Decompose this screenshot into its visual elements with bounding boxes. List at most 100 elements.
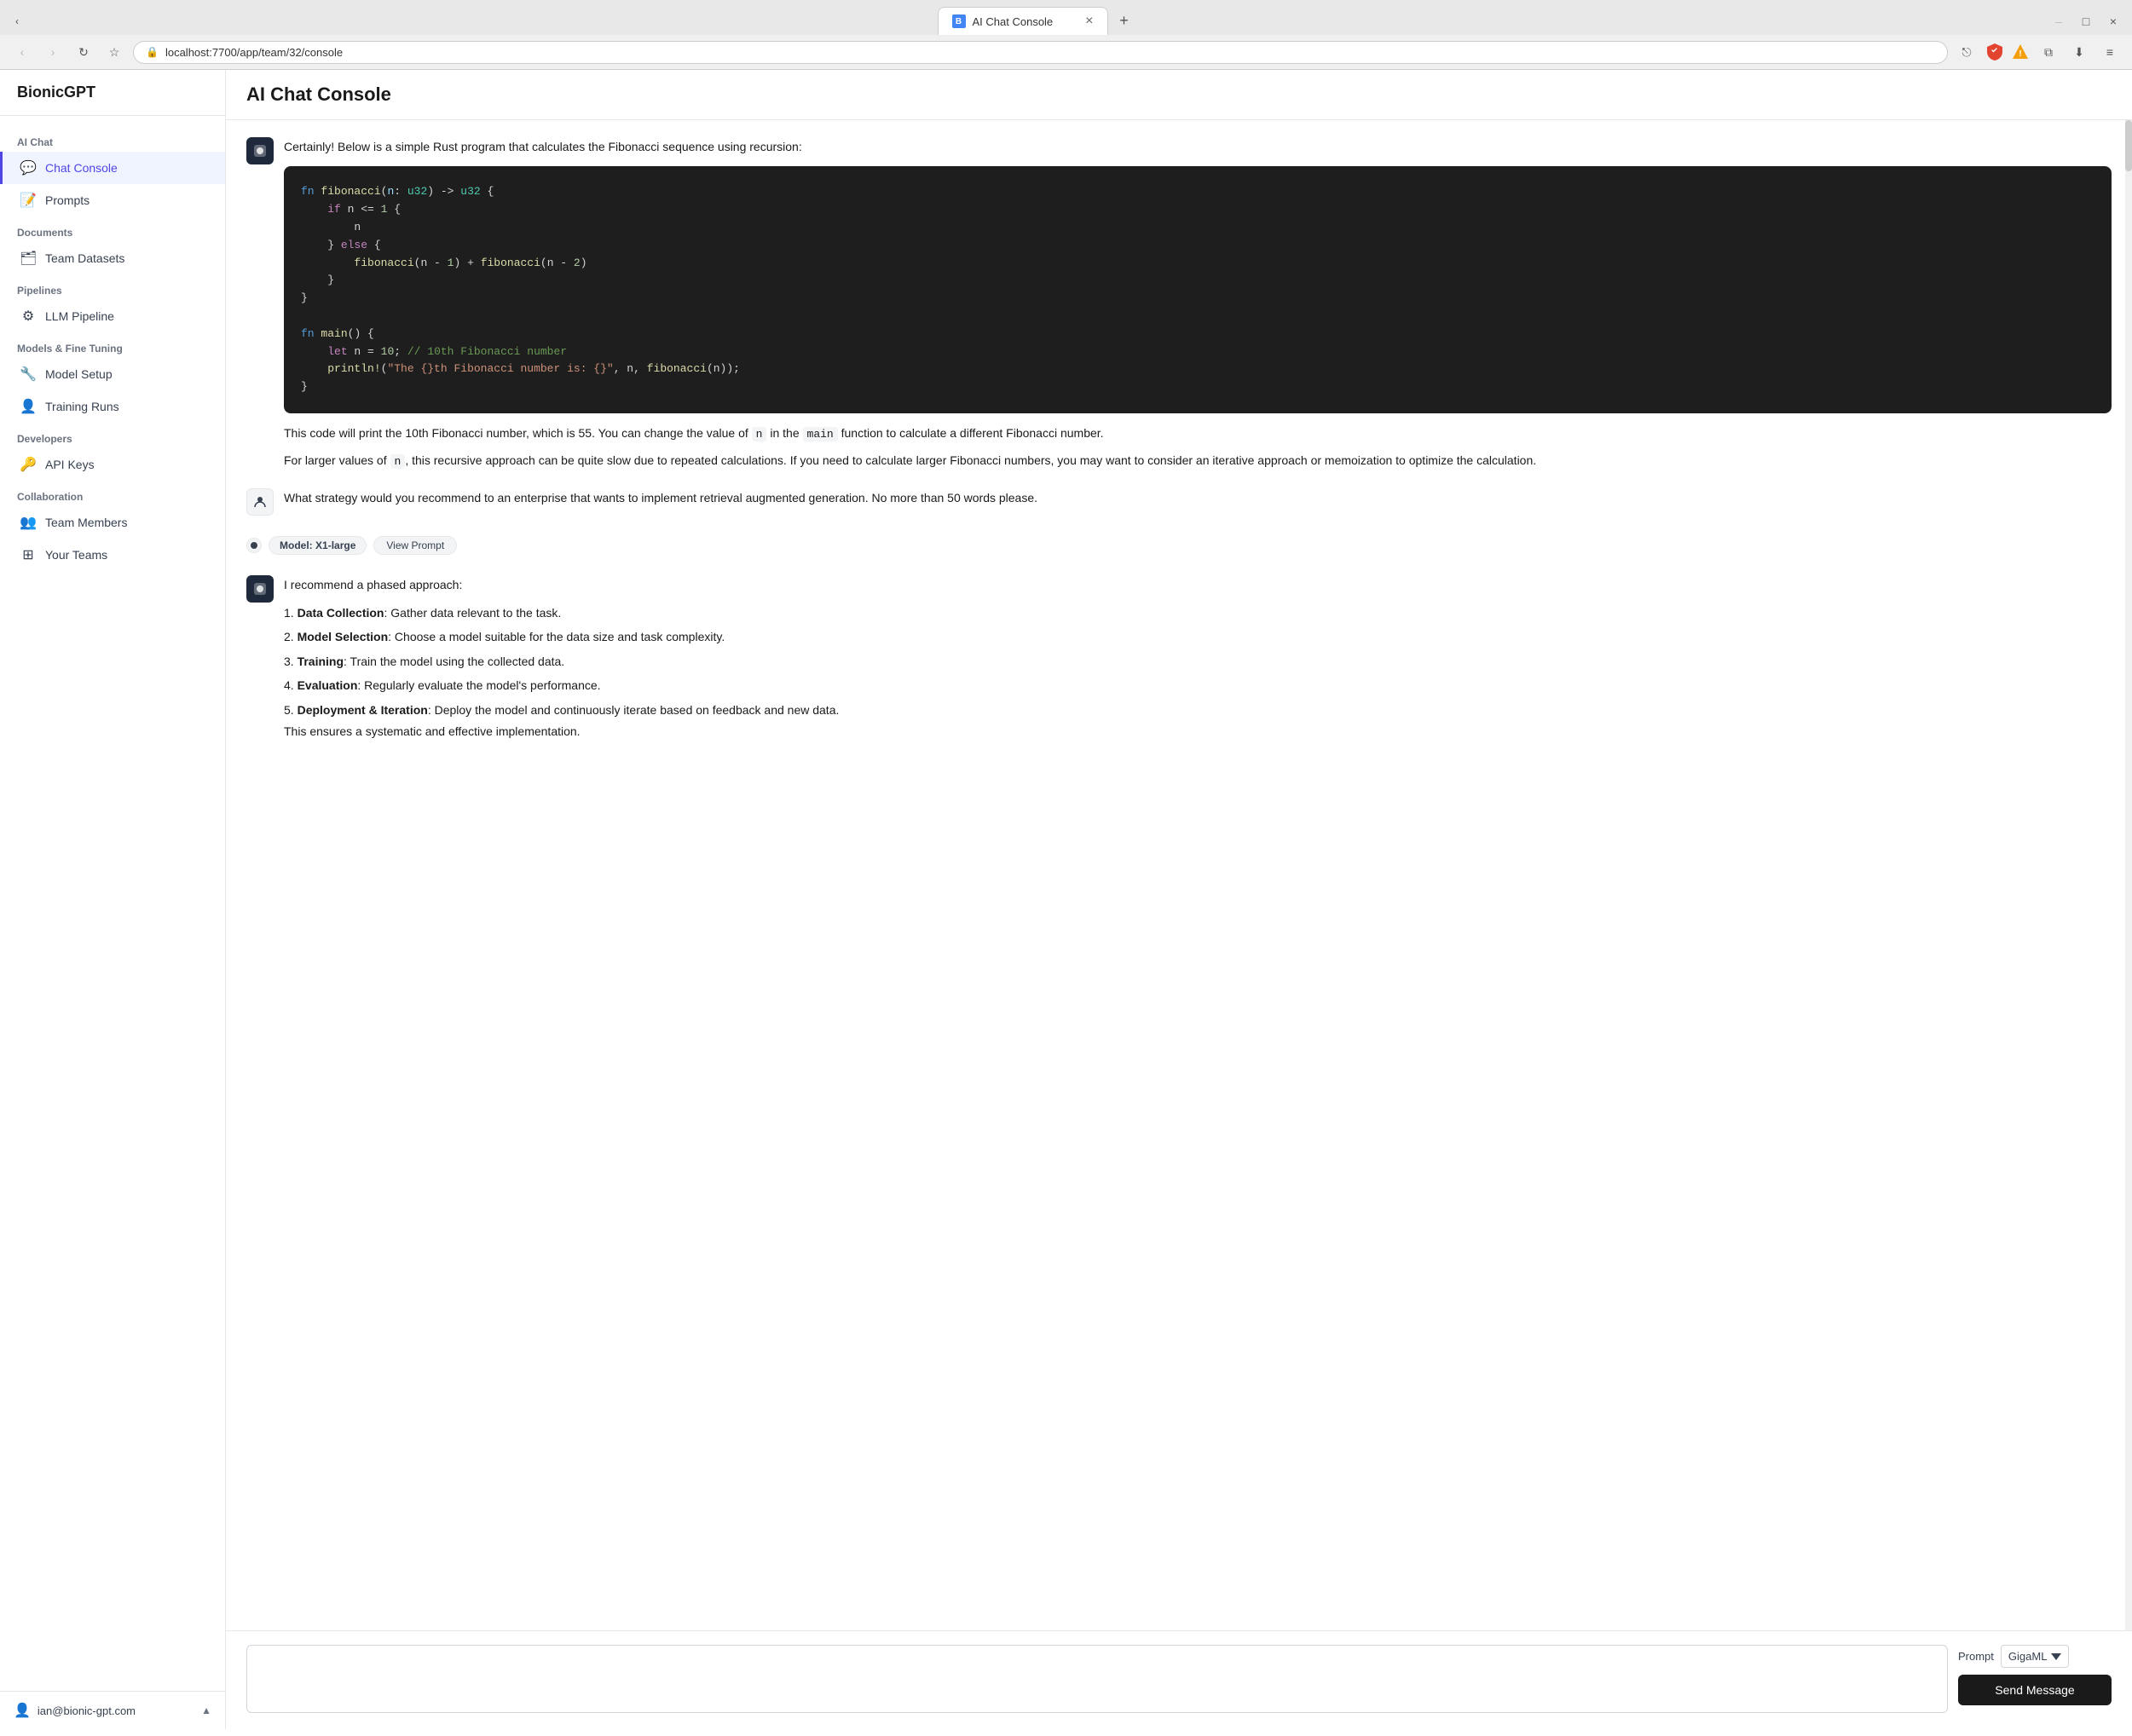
- tab-close-button[interactable]: ×: [1085, 14, 1093, 28]
- code-block: fn fibonacci(n: u32) -> u32 { if n <= 1 …: [284, 166, 2112, 413]
- user-email: ian@bionic-gpt.com: [38, 1704, 194, 1717]
- sidebar-item-training-runs[interactable]: 👤 Training Runs: [0, 390, 225, 423]
- brave-alert-icon[interactable]: !: [2011, 43, 2030, 61]
- user-message-text: What strategy would you recommend to an …: [284, 488, 2112, 507]
- team-datasets-icon: 🗂: [20, 250, 37, 267]
- menu-button[interactable]: ≡: [2098, 40, 2122, 64]
- address-bar[interactable]: 🔒 localhost:7700/app/team/32/console: [133, 41, 1948, 64]
- model-name: X1-large: [315, 539, 355, 551]
- chat-messages: Certainly! Below is a simple Rust progra…: [226, 120, 2132, 758]
- list-item-bold-4: Evaluation: [298, 678, 358, 692]
- input-controls: Prompt GigaML Default Custom Send Messag…: [1958, 1645, 2112, 1716]
- ai-intro-text-2: I recommend a phased approach:: [284, 575, 2112, 594]
- llm-pipeline-icon: ⚙: [20, 308, 37, 325]
- sidebar-item-label-training-runs: Training Runs: [45, 400, 119, 413]
- list-item: 3. Training: Train the model using the c…: [284, 649, 2112, 673]
- download-button[interactable]: ⬇: [2067, 40, 2091, 64]
- url-text: localhost:7700/app/team/32/console: [165, 46, 1935, 59]
- chat-console-icon: 💬: [20, 159, 37, 176]
- share-button[interactable]: ⎋: [1955, 40, 1979, 64]
- message-row: I recommend a phased approach: 1. Data C…: [246, 575, 2112, 741]
- chat-area[interactable]: Certainly! Below is a simple Rust progra…: [226, 120, 2132, 1630]
- ai-message-body-2: I recommend a phased approach: 1. Data C…: [284, 575, 2112, 741]
- sidebar-item-model-setup[interactable]: 🔧 Model Setup: [0, 358, 225, 390]
- ai-avatar: [246, 137, 274, 164]
- list-item: 1. Data Collection: Gather data relevant…: [284, 601, 2112, 625]
- view-prompt-button[interactable]: View Prompt: [373, 536, 457, 555]
- ai-message-body-1: Certainly! Below is a simple Rust progra…: [284, 137, 2112, 471]
- sidebar-item-prompts[interactable]: 📝 Prompts: [0, 184, 225, 216]
- sidebar-item-label-team-members: Team Members: [45, 516, 127, 529]
- scrollbar-track[interactable]: [2125, 120, 2132, 1630]
- list-item-rest-2: : Choose a model suitable for the data s…: [388, 630, 725, 643]
- list-item: 2. Model Selection: Choose a model suita…: [284, 625, 2112, 649]
- list-item-bold-3: Training: [298, 655, 344, 668]
- code-content: fn fibonacci(n: u32) -> u32 { if n <= 1 …: [301, 183, 2094, 396]
- list-item-bold-2: Model Selection: [298, 630, 389, 643]
- app-container: BionicGPT AI Chat 💬 Chat Console 📝 Promp…: [0, 70, 2132, 1729]
- prompt-selector-row: Prompt GigaML Default Custom: [1958, 1645, 2112, 1668]
- list-item-bold-5: Deployment & Iteration: [298, 703, 428, 717]
- ai-message-text-1: Certainly! Below is a simple Rust progra…: [284, 137, 2112, 471]
- sidebar-nav: AI Chat 💬 Chat Console 📝 Prompts Documen…: [0, 116, 225, 1691]
- bookmark-button[interactable]: ☆: [102, 40, 126, 64]
- sidebar-item-label-llm-pipeline: LLM Pipeline: [45, 309, 114, 323]
- main-header: AI Chat Console: [226, 70, 2132, 120]
- sidebar-item-team-datasets[interactable]: 🗂 Team Datasets: [0, 242, 225, 274]
- ai-text-after-1: This code will print the 10th Fibonacci …: [284, 424, 2112, 444]
- tab-favicon: B: [952, 14, 966, 28]
- ai-ending-text: This ensures a systematic and effective …: [284, 722, 2112, 741]
- sidebar-item-api-keys[interactable]: 🔑 API Keys: [0, 448, 225, 481]
- back-button[interactable]: ‹: [10, 40, 34, 64]
- svg-text:!: !: [2019, 49, 2021, 59]
- user-message-content: What strategy would you recommend to an …: [284, 488, 2112, 507]
- chat-input[interactable]: [246, 1645, 1948, 1713]
- sidebar-item-label-team-datasets: Team Datasets: [45, 251, 124, 265]
- sidebar-footer[interactable]: 👤 ian@bionic-gpt.com ▲: [0, 1691, 225, 1729]
- brave-shield-icon[interactable]: [1985, 43, 2004, 61]
- close-window-button[interactable]: ×: [2101, 9, 2125, 33]
- active-tab[interactable]: B AI Chat Console ×: [938, 7, 1108, 35]
- user-menu-chevron-icon: ▲: [201, 1704, 211, 1716]
- new-tab-button[interactable]: +: [1112, 9, 1137, 34]
- ai-text-after-2: For larger values of n, this recursive a…: [284, 451, 2112, 471]
- your-teams-icon: ⊞: [20, 546, 37, 563]
- send-message-button[interactable]: Send Message: [1958, 1675, 2112, 1705]
- forward-button[interactable]: ›: [41, 40, 65, 64]
- message-row: What strategy would you recommend to an …: [246, 488, 2112, 516]
- sidebar-item-your-teams[interactable]: ⊞ Your Teams: [0, 539, 225, 571]
- message-row: Certainly! Below is a simple Rust progra…: [246, 137, 2112, 471]
- sidebar-item-label-chat-console: Chat Console: [45, 161, 118, 175]
- sidebar-item-llm-pipeline[interactable]: ⚙ LLM Pipeline: [0, 300, 225, 332]
- main-content: AI Chat Console Certainly! Below is a si…: [226, 70, 2132, 1729]
- maximize-button[interactable]: □: [2074, 9, 2098, 33]
- chat-input-wrapper: [246, 1645, 1948, 1716]
- minimize-button[interactable]: –: [2047, 9, 2071, 33]
- input-area: Prompt GigaML Default Custom Send Messag…: [226, 1630, 2132, 1729]
- user-avatar: [246, 488, 274, 516]
- sidebar-item-chat-console[interactable]: 💬 Chat Console: [0, 152, 225, 184]
- prompt-select[interactable]: GigaML Default Custom: [2001, 1645, 2069, 1668]
- lock-icon: 🔒: [146, 46, 159, 58]
- tab-overflow[interactable]: ‹: [7, 11, 27, 32]
- browser-actions: ⎋ ! ⧉ ⬇ ≡: [1955, 40, 2122, 64]
- api-keys-icon: 🔑: [20, 456, 37, 473]
- model-info-row: Model: X1-large View Prompt: [246, 533, 2112, 558]
- scrollbar-thumb[interactable]: [2125, 120, 2132, 171]
- sidebar-item-label-api-keys: API Keys: [45, 458, 95, 471]
- sidebar-toggle-button[interactable]: ⧉: [2037, 40, 2060, 64]
- sidebar-section-developers: Developers: [0, 423, 225, 448]
- refresh-button[interactable]: ↻: [72, 40, 95, 64]
- tab-title: AI Chat Console: [973, 15, 1054, 28]
- model-label: Model:: [280, 539, 313, 551]
- user-avatar-icon: 👤: [14, 1702, 31, 1719]
- model-setup-icon: 🔧: [20, 366, 37, 383]
- user-message-body: What strategy would you recommend to an …: [284, 488, 2112, 507]
- response-list: 1. Data Collection: Gather data relevant…: [284, 601, 2112, 722]
- list-item-bold-1: Data Collection: [298, 606, 384, 620]
- prompt-label: Prompt: [1958, 1650, 1994, 1663]
- sidebar-logo: BionicGPT: [0, 70, 225, 116]
- sidebar-item-label-model-setup: Model Setup: [45, 367, 113, 381]
- list-item-rest-3: : Train the model using the collected da…: [344, 655, 564, 668]
- sidebar-item-team-members[interactable]: 👥 Team Members: [0, 506, 225, 539]
